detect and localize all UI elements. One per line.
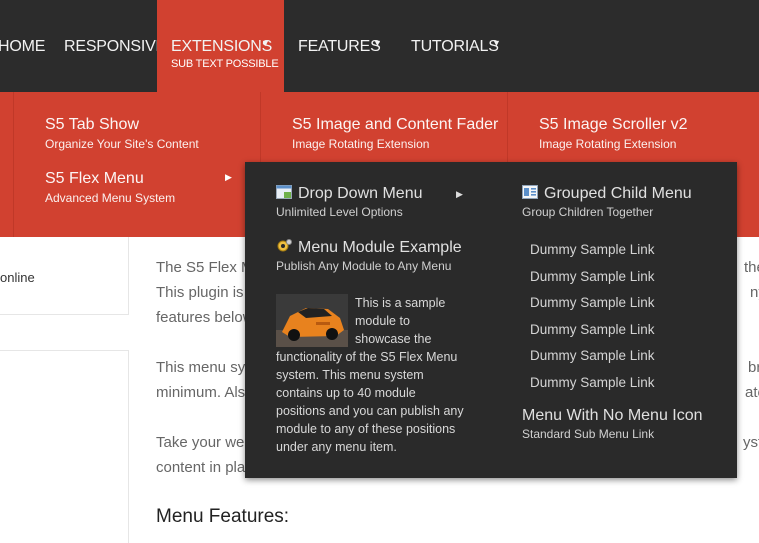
submenu-arrow-icon: ▶: [456, 189, 463, 199]
submenu-arrow-icon: ▶: [225, 172, 232, 182]
sidebar-box: [0, 350, 129, 543]
article-line: This menu syst: [156, 359, 257, 376]
nav-home[interactable]: HOME: [0, 0, 50, 92]
nav-extensions-subtext: SUB TEXT POSSIBLE: [171, 58, 279, 70]
menu-item-title: S5 Image and Content Fader: [292, 116, 499, 133]
gear-icon: [277, 239, 292, 252]
menu-item-subtitle: Image Rotating Extension: [539, 137, 677, 151]
menu-item-image-scroller[interactable]: S5 Image Scroller v2 Image Rotating Exte…: [539, 116, 688, 151]
menu-item-tab-show[interactable]: S5 Tab Show Organize Your Site's Content: [45, 116, 199, 151]
menu-item-title: Menu With No Menu Icon: [522, 407, 703, 424]
window-icon: [276, 185, 292, 199]
menu-item-module-example[interactable]: Menu Module Example Publish Any Module t…: [276, 239, 462, 273]
menu-item-title: Drop Down Menu: [298, 185, 423, 202]
caret-down-icon: ▼: [373, 38, 382, 48]
article-line-end: bran: [748, 359, 759, 376]
nav-extensions-label: EXTENSIONS: [171, 38, 273, 55]
menu-item-drop-down[interactable]: Drop Down Menu Unlimited Level Options: [276, 185, 423, 219]
menu-item-title: S5 Flex Menu: [45, 170, 144, 187]
article-line: This plugin is i: [156, 284, 252, 301]
nav-features-label: FEATURES: [298, 38, 381, 55]
article-line-end: ny: [750, 284, 759, 301]
menu-item-title: S5 Image Scroller v2: [539, 116, 688, 133]
nav-tutorials[interactable]: TUTORIALS ▼: [411, 0, 511, 92]
article-line: minimum. Also: [156, 384, 254, 401]
grouped-menu-icon: [522, 185, 538, 199]
nav-responsive[interactable]: RESPONSIVE: [64, 0, 166, 92]
caret-down-icon: ▼: [261, 38, 270, 48]
nav-features[interactable]: FEATURES ▼: [298, 0, 398, 92]
nav-extensions[interactable]: EXTENSIONS ▼ SUB TEXT POSSIBLE: [157, 0, 284, 92]
article-line-end: the: [744, 259, 759, 276]
menu-item-subtitle: Advanced Menu System: [45, 191, 176, 205]
sample-link[interactable]: Dummy Sample Link: [530, 240, 655, 267]
sample-link-list: Dummy Sample Link Dummy Sample Link Dumm…: [530, 240, 655, 400]
menu-item-title: Grouped Child Menu: [544, 185, 692, 202]
top-navigation: HOME RESPONSIVE EXTENSIONS ▼ SUB TEXT PO…: [0, 0, 759, 92]
sample-link[interactable]: Dummy Sample Link: [530, 267, 655, 294]
menu-item-subtitle: Image Rotating Extension: [292, 137, 430, 151]
sample-link[interactable]: Dummy Sample Link: [530, 373, 655, 400]
module-description: This is a sample module to showcase the …: [276, 296, 464, 454]
column-divider: [13, 92, 14, 237]
menu-item-subtitle: Unlimited Level Options: [276, 205, 403, 219]
menu-item-grouped-child[interactable]: Grouped Child Menu Group Children Togeth…: [522, 185, 692, 219]
menu-item-subtitle: Group Children Together: [522, 205, 654, 219]
menu-item-title: S5 Tab Show: [45, 116, 139, 133]
nav-tutorials-label: TUTORIALS: [411, 38, 499, 55]
menu-item-subtitle: Standard Sub Menu Link: [522, 427, 655, 441]
menu-item-subtitle: Publish Any Module to Any Menu: [276, 259, 452, 273]
nav-responsive-label: RESPONSIVE: [64, 38, 167, 55]
menu-item-image-fader[interactable]: S5 Image and Content Fader Image Rotatin…: [292, 116, 498, 151]
menu-item-flex-menu[interactable]: S5 Flex Menu Advanced Menu System: [45, 170, 175, 205]
article-line: features below: [156, 309, 254, 326]
article-line-end: ate: [745, 384, 759, 401]
sample-link[interactable]: Dummy Sample Link: [530, 293, 655, 320]
article-line: Take your web: [156, 434, 253, 451]
section-heading: Menu Features:: [156, 506, 290, 527]
sidebar-online-text: online: [0, 270, 35, 285]
nav-home-label: HOME: [0, 38, 46, 55]
caret-down-icon: ▼: [492, 38, 501, 48]
sample-link[interactable]: Dummy Sample Link: [530, 320, 655, 347]
article-line-end: yste: [743, 434, 759, 451]
article-line: content in plac: [156, 459, 253, 476]
menu-item-subtitle: Organize Your Site's Content: [45, 137, 199, 151]
sample-link[interactable]: Dummy Sample Link: [530, 346, 655, 373]
menu-item-title: Menu Module Example: [298, 239, 462, 256]
menu-item-no-icon[interactable]: Menu With No Menu Icon Standard Sub Menu…: [522, 407, 703, 441]
